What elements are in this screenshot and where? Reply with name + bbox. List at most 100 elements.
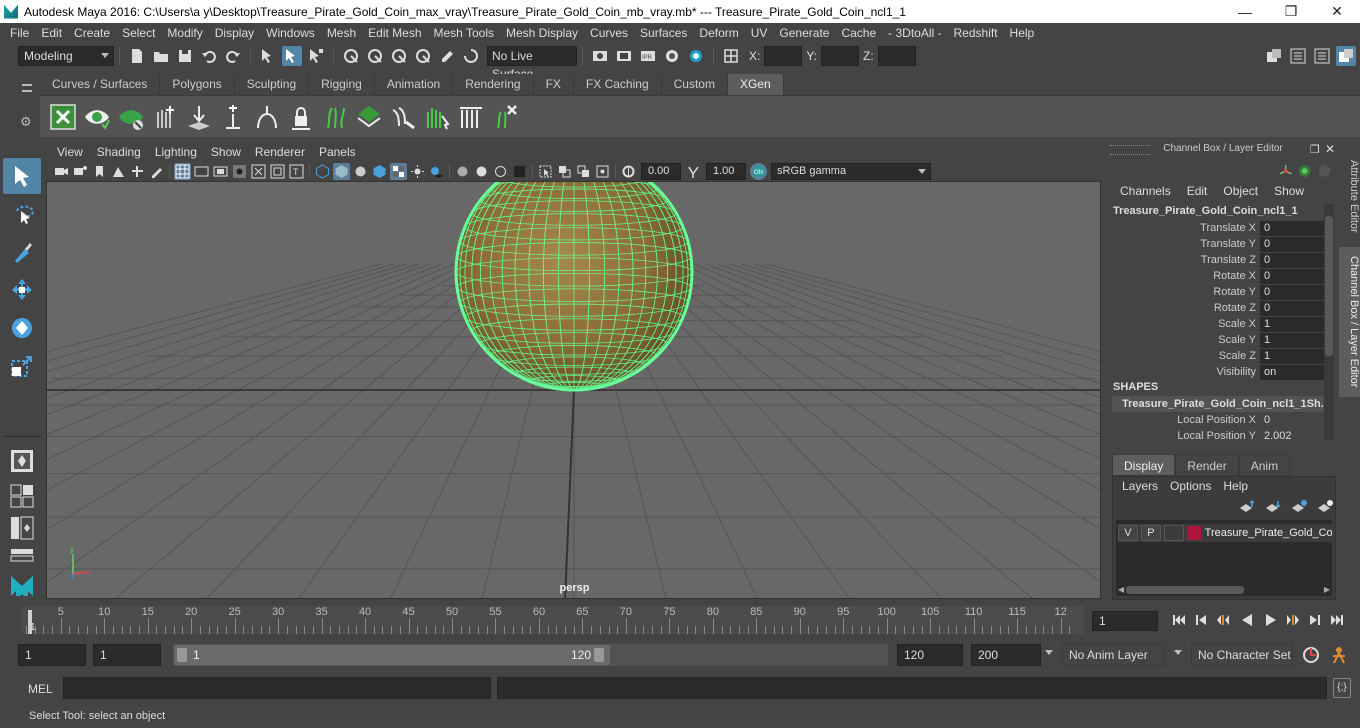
- screen-space-ao-icon[interactable]: [454, 163, 471, 180]
- menu-help[interactable]: Help: [1004, 26, 1041, 40]
- animation-end-field[interactable]: 200: [971, 644, 1041, 666]
- new-layer-from-selected-icon[interactable]: [1316, 499, 1334, 513]
- ipr-render-icon[interactable]: IPR: [638, 46, 658, 66]
- y-field[interactable]: [821, 46, 860, 66]
- layer-row[interactable]: V P Treasure_Pirate_Gold_Co: [1118, 524, 1332, 542]
- snap-live-icon[interactable]: [437, 46, 457, 66]
- playback-start-field[interactable]: 1: [93, 644, 161, 666]
- xgen-cut-icon[interactable]: [454, 100, 488, 134]
- layer-menu-options[interactable]: Options: [1164, 479, 1217, 493]
- menu-modify[interactable]: Modify: [161, 26, 208, 40]
- panel-menu-show[interactable]: Show: [204, 145, 248, 159]
- animation-start-field[interactable]: 1: [18, 644, 86, 666]
- attr-value[interactable]: 1: [1260, 348, 1324, 364]
- menu-file[interactable]: File: [4, 26, 35, 40]
- attr-value[interactable]: 1: [1260, 332, 1324, 348]
- attr-value[interactable]: 0: [1260, 284, 1324, 300]
- panel-menu-renderer[interactable]: Renderer: [248, 145, 312, 159]
- xgen-create-description-icon[interactable]: [148, 100, 182, 134]
- tab-polygons[interactable]: Polygons: [160, 74, 235, 95]
- range-start-handle[interactable]: [177, 648, 187, 662]
- layer-horizontal-scrollbar[interactable]: ◀ ▶: [1116, 584, 1332, 596]
- transform-axis-icon[interactable]: [1278, 163, 1293, 179]
- tab-curves-surfaces[interactable]: Curves / Surfaces: [40, 74, 161, 95]
- wireframe-on-shaded-icon[interactable]: [371, 163, 388, 180]
- layer-color-swatch[interactable]: [1186, 526, 1201, 540]
- xray-icon[interactable]: [556, 163, 573, 180]
- range-slider[interactable]: 1 120: [173, 644, 888, 666]
- menu-create[interactable]: Create: [68, 26, 116, 40]
- panel-menu-view[interactable]: View: [50, 145, 90, 159]
- attr-scale-x[interactable]: Scale X 1: [1112, 316, 1324, 332]
- layout-four-pane-button[interactable]: [3, 481, 41, 511]
- tab-attribute-editor[interactable]: Attribute Editor: [1339, 151, 1360, 241]
- tab-sculpting[interactable]: Sculpting: [234, 74, 310, 95]
- tool-settings-toggle-icon[interactable]: [1312, 46, 1332, 66]
- go-to-start-button[interactable]: [1170, 611, 1188, 629]
- channel-sync-icon[interactable]: [1297, 163, 1312, 179]
- layer-menu-help[interactable]: Help: [1217, 479, 1254, 493]
- auto-key-icon[interactable]: [1300, 644, 1322, 666]
- step-forward-key-button[interactable]: [1284, 611, 1302, 629]
- menu-surfaces[interactable]: Surfaces: [634, 26, 693, 40]
- selected-object-name[interactable]: Treasure_Pirate_Gold_Coin_ncl1_1: [1113, 205, 1298, 217]
- attr-local-position-y[interactable]: Local Position Y 2.002: [1112, 428, 1324, 444]
- render-frame-icon[interactable]: [614, 46, 634, 66]
- select-component-icon[interactable]: [306, 46, 326, 66]
- minimize-button[interactable]: —: [1222, 4, 1268, 20]
- safe-action-icon[interactable]: [269, 163, 286, 180]
- xgen-add-guide-icon[interactable]: [216, 100, 250, 134]
- isolate-select-icon[interactable]: [537, 163, 554, 180]
- move-layer-up-icon[interactable]: [1238, 499, 1256, 513]
- resolution-gate-icon[interactable]: [212, 163, 229, 180]
- vray-icon[interactable]: [686, 46, 706, 66]
- film-gate-icon[interactable]: [193, 163, 210, 180]
- safe-title-icon[interactable]: T: [288, 163, 305, 180]
- layer-playback-toggle[interactable]: P: [1140, 525, 1161, 541]
- attr-value[interactable]: 0: [1260, 268, 1324, 284]
- scrollbar-thumb[interactable]: [1325, 216, 1333, 356]
- go-to-end-button[interactable]: [1328, 611, 1346, 629]
- layout-outliner-pane-button[interactable]: [3, 513, 41, 543]
- attr-translate-z[interactable]: Translate Z 0: [1112, 252, 1324, 268]
- tab-animation[interactable]: Animation: [374, 74, 454, 95]
- attr-translate-y[interactable]: Translate Y 0: [1112, 236, 1324, 252]
- select-tool-button[interactable]: [3, 158, 41, 194]
- attr-local-position-x[interactable]: Local Position X 0: [1112, 412, 1324, 428]
- xgen-delete-icon[interactable]: [488, 100, 522, 134]
- menu-edit[interactable]: Edit: [35, 26, 68, 40]
- select-hierarchy-icon[interactable]: [258, 46, 278, 66]
- attr-value[interactable]: 1: [1260, 316, 1324, 332]
- channel-menu-edit[interactable]: Edit: [1179, 184, 1216, 200]
- paint-select-tool-button[interactable]: [3, 234, 41, 270]
- xgen-sculpt-guides-icon[interactable]: [250, 100, 284, 134]
- menu-mesh[interactable]: Mesh: [321, 26, 362, 40]
- tab-display-layers[interactable]: Display: [1112, 454, 1176, 476]
- smooth-shade-icon[interactable]: [333, 162, 350, 180]
- shadows-icon[interactable]: [428, 163, 445, 180]
- xgen-interactive-groom-icon[interactable]: [420, 100, 454, 134]
- field-chart-icon[interactable]: [250, 163, 267, 180]
- menu-edit-mesh[interactable]: Edit Mesh: [362, 26, 427, 40]
- time-slider-track[interactable]: 5 10 15 20 25 30 35 40 45 50 55 60 65 70 75 80 85 90 95 100…: [22, 606, 1084, 634]
- attr-rotate-z[interactable]: Rotate Z 0: [1112, 300, 1324, 316]
- save-scene-icon[interactable]: [175, 46, 195, 66]
- command-language-label[interactable]: MEL: [28, 682, 53, 696]
- xgen-editor-icon[interactable]: [46, 100, 80, 134]
- channel-settings-icon[interactable]: [1317, 163, 1332, 179]
- menu-cache[interactable]: Cache: [835, 26, 882, 40]
- step-back-key-button[interactable]: [1214, 611, 1232, 629]
- color-management-toggle-icon[interactable]: ON: [750, 162, 767, 180]
- camera-select-icon[interactable]: [53, 163, 70, 180]
- scale-tool-button[interactable]: [3, 348, 41, 384]
- new-empty-layer-icon[interactable]: [1290, 499, 1308, 513]
- exposure-field[interactable]: 0.00: [641, 162, 681, 180]
- attr-value[interactable]: 2.002: [1260, 428, 1324, 444]
- menu-curves[interactable]: Curves: [584, 26, 634, 40]
- panel-menu-lighting[interactable]: Lighting: [148, 145, 204, 159]
- grid-toggle-icon[interactable]: [174, 162, 191, 180]
- gear-icon[interactable]: ⚙: [20, 114, 32, 130]
- hypershade-icon[interactable]: [662, 46, 682, 66]
- attr-rotate-x[interactable]: Rotate X 0: [1112, 268, 1324, 284]
- menu-mesh-tools[interactable]: Mesh Tools: [428, 26, 500, 40]
